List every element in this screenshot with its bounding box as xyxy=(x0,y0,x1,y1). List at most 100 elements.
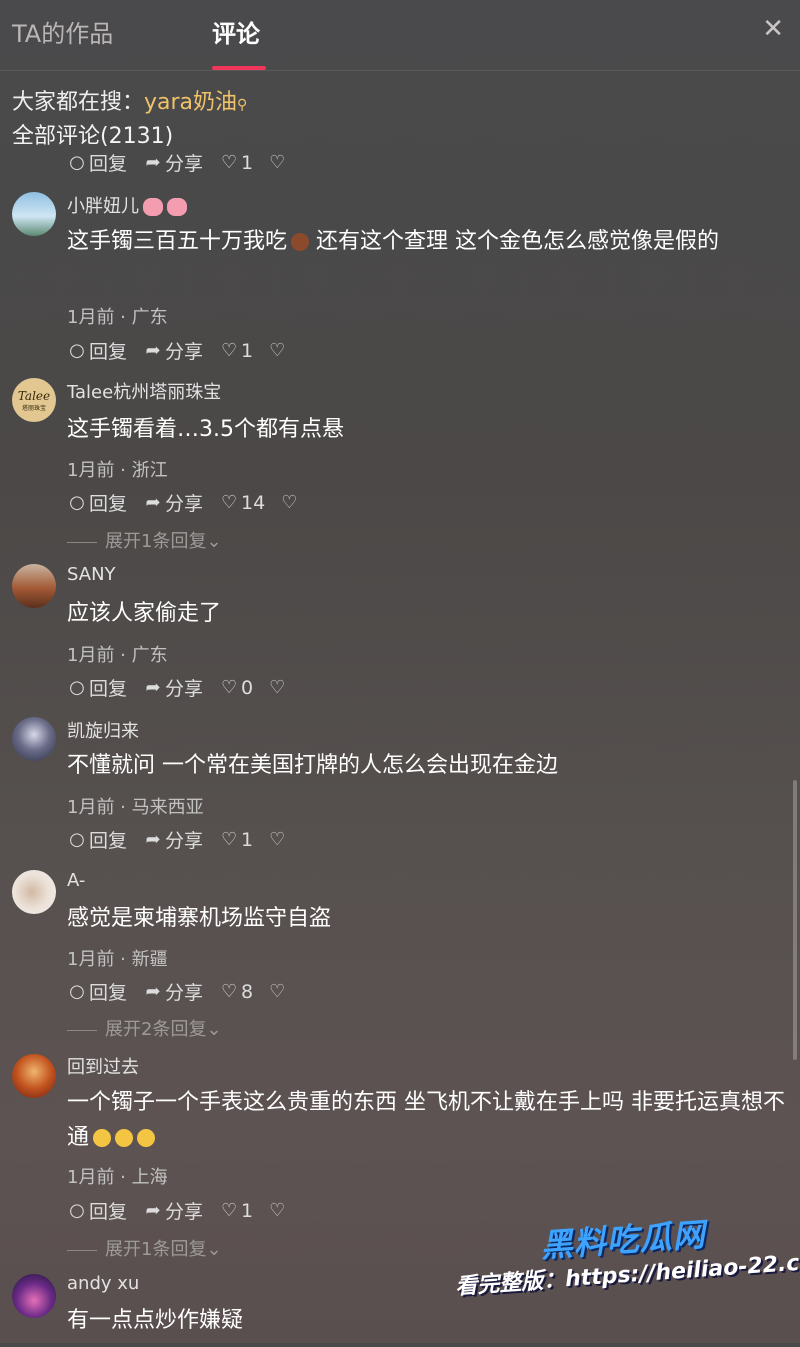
dislike-icon[interactable]: ♡ xyxy=(269,152,285,173)
comment-text: 感觉是柬埔寨机场监守自盗 xyxy=(67,906,332,931)
comment-meta: 1月前 · 浙江 xyxy=(67,460,168,481)
like-button[interactable]: ♡ 1 xyxy=(219,1200,253,1222)
reply-button[interactable]: ○ 回复 xyxy=(67,149,127,176)
close-icon[interactable]: ✕ xyxy=(762,14,784,44)
avatar[interactable] xyxy=(12,1054,56,1098)
tab-works[interactable]: TA的作品 xyxy=(12,14,113,49)
chevron-down-icon: ⌄ xyxy=(206,531,222,552)
share-arrow-icon: ➦ xyxy=(145,1200,161,1221)
comment-username[interactable]: andy xu xyxy=(67,1273,139,1294)
crying-emoji-icon xyxy=(93,1129,112,1147)
comment-meta: 1月前 · 广东 xyxy=(67,307,168,328)
comment-bubble-icon: ○ xyxy=(69,981,85,1002)
avatar[interactable] xyxy=(12,564,56,608)
heart-icon: ♡ xyxy=(220,1200,238,1221)
dislike-icon[interactable]: ♡ xyxy=(269,677,285,698)
comment-text: 这手镯看着…3.5个都有点悬 xyxy=(67,417,344,442)
comment-username[interactable]: 凯旋归来 xyxy=(67,717,139,743)
share-arrow-icon: ➦ xyxy=(145,677,161,698)
dislike-icon[interactable]: ♡ xyxy=(269,340,285,361)
share-button[interactable]: ➦ 分享 xyxy=(143,826,203,853)
share-arrow-icon: ➦ xyxy=(145,829,161,850)
share-arrow-icon: ➦ xyxy=(145,492,161,513)
heart-icon: ♡ xyxy=(220,340,238,361)
avatar-logo-text: Talee xyxy=(17,388,51,403)
action-row: ○ 回复 ➦ 分享 ♡ 1 ♡ xyxy=(67,149,285,176)
heart-icon: ♡ xyxy=(220,981,238,1002)
like-button[interactable]: ♡ 1 xyxy=(219,152,253,174)
comment-bubble-icon: ○ xyxy=(69,340,85,361)
reply-button[interactable]: ○ 回复 xyxy=(67,337,127,364)
avatar[interactable] xyxy=(12,1274,56,1318)
heart-icon: ♡ xyxy=(220,677,238,698)
tab-comments[interactable]: 评论 xyxy=(212,14,260,49)
comment-bubble-icon: ○ xyxy=(69,152,85,173)
search-term[interactable]: yara奶油 xyxy=(144,90,237,115)
dislike-icon[interactable]: ♡ xyxy=(281,492,297,513)
share-button[interactable]: ➦ 分享 xyxy=(143,674,203,701)
like-button[interactable]: ♡ 1 xyxy=(219,340,253,362)
share-button[interactable]: ➦ 分享 xyxy=(143,489,203,516)
avatar[interactable] xyxy=(12,870,56,914)
expand-replies-button[interactable]: 展开1条回复⌄ xyxy=(67,527,222,553)
comment-username[interactable]: 回到过去 xyxy=(67,1053,139,1079)
avatar[interactable] xyxy=(12,192,56,236)
action-row: ○ 回复 ➦ 分享 ♡ 1 ♡ xyxy=(67,826,285,853)
reply-button[interactable]: ○ 回复 xyxy=(67,674,127,701)
comment-username[interactable]: SANY xyxy=(67,564,116,585)
action-row: ○ 回复 ➦ 分享 ♡ 1 ♡ xyxy=(67,1197,285,1224)
poop-emoji-icon xyxy=(291,233,310,251)
avatar[interactable]: Talee 塔丽珠宝 xyxy=(12,378,56,422)
reply-button[interactable]: ○ 回复 xyxy=(67,826,127,853)
like-button[interactable]: ♡ 8 xyxy=(219,981,253,1003)
action-row: ○ 回复 ➦ 分享 ♡ 0 ♡ xyxy=(67,674,285,701)
watermark: 黑料吃瓜网 看完整版：https://heiliao-22.com xyxy=(451,1203,800,1346)
comment-bubble-icon: ○ xyxy=(69,1200,85,1221)
pig-emoji-icon xyxy=(167,198,187,216)
reply-button[interactable]: ○ 回复 xyxy=(67,1197,127,1224)
divider xyxy=(67,1249,97,1251)
like-button[interactable]: ♡ 14 xyxy=(219,492,265,514)
reply-button[interactable]: ○ 回复 xyxy=(67,978,127,1005)
action-row: ○ 回复 ➦ 分享 ♡ 8 ♡ xyxy=(67,978,285,1005)
comment-text: 这手镯三百五十万我吃 还有这个查理 这个金色怎么感觉像是假的 xyxy=(67,229,720,254)
comment-meta: 1月前 · 上海 xyxy=(67,1167,168,1188)
divider xyxy=(67,541,97,543)
heart-icon: ♡ xyxy=(220,829,238,850)
comment-text: 不懂就问 一个常在美国打牌的人怎么会出现在金边 xyxy=(67,753,558,778)
comment-username[interactable]: 小胖妞儿 xyxy=(67,192,187,218)
comment-meta: 1月前 · 新疆 xyxy=(67,949,168,970)
crying-emoji-icon xyxy=(115,1129,134,1147)
like-button[interactable]: ♡ 1 xyxy=(219,829,253,851)
comment-text: 一个镯子一个手表这么贵重的东西 坐飞机不让戴在手上吗 非要托运真想不通 xyxy=(67,1090,785,1150)
total-comments-count: 全部评论(2131) xyxy=(12,124,174,149)
avatar[interactable] xyxy=(12,717,56,761)
share-arrow-icon: ➦ xyxy=(145,152,161,173)
action-row: ○ 回复 ➦ 分享 ♡ 14 ♡ xyxy=(67,489,297,516)
chevron-down-icon: ⌄ xyxy=(206,1019,222,1040)
active-tab-indicator xyxy=(212,66,266,70)
reply-button[interactable]: ○ 回复 xyxy=(67,489,127,516)
comment-username[interactable]: Talee杭州塔丽珠宝 xyxy=(67,378,221,404)
expand-replies-button[interactable]: 展开2条回复⌄ xyxy=(67,1015,222,1041)
chevron-down-icon: ⌄ xyxy=(206,1239,222,1260)
scrollbar[interactable] xyxy=(793,780,797,1060)
search-suggestion[interactable]: 大家都在搜：yara奶油⚲ xyxy=(12,84,247,116)
share-button[interactable]: ➦ 分享 xyxy=(143,149,203,176)
comment-username[interactable]: A- xyxy=(67,870,85,891)
dislike-icon[interactable]: ♡ xyxy=(269,981,285,1002)
heart-icon: ♡ xyxy=(220,492,238,513)
share-arrow-icon: ➦ xyxy=(145,340,161,361)
dislike-icon[interactable]: ♡ xyxy=(269,1200,285,1221)
comment-bubble-icon: ○ xyxy=(69,492,85,513)
share-button[interactable]: ➦ 分享 xyxy=(143,978,203,1005)
share-button[interactable]: ➦ 分享 xyxy=(143,337,203,364)
like-button[interactable]: ♡ 0 xyxy=(219,677,253,699)
comment-bubble-icon: ○ xyxy=(69,829,85,850)
pig-emoji-icon xyxy=(143,198,163,216)
avatar-logo-subtext: 塔丽珠宝 xyxy=(21,404,46,412)
expand-replies-button[interactable]: 展开1条回复⌄ xyxy=(67,1235,222,1261)
search-icon: ⚲ xyxy=(237,97,248,113)
dislike-icon[interactable]: ♡ xyxy=(269,829,285,850)
share-button[interactable]: ➦ 分享 xyxy=(143,1197,203,1224)
